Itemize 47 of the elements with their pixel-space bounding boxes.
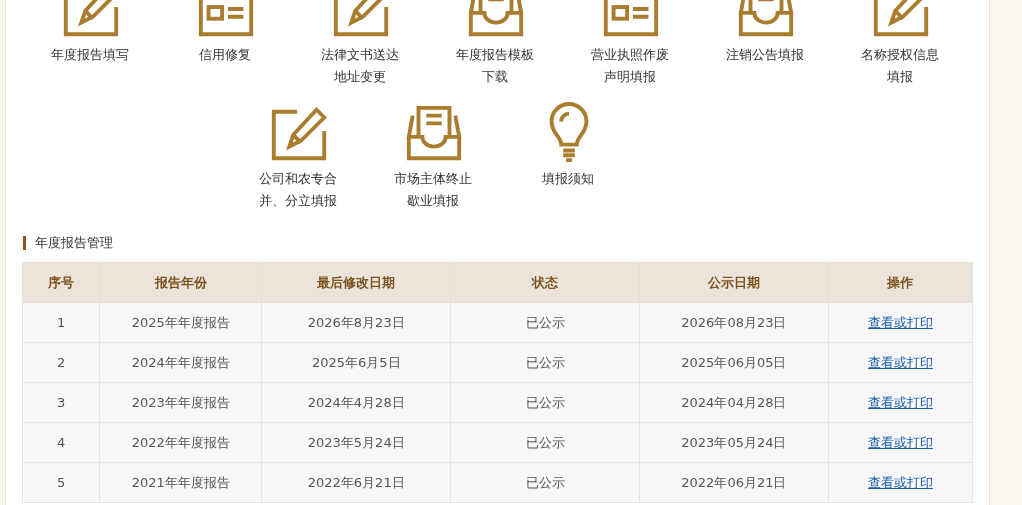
table-cell: 2022年6月21日 (261, 462, 451, 503)
table-cell: 2022年年度报告 (99, 422, 262, 463)
table-cell: 2024年4月28日 (261, 382, 451, 423)
table-cell: 5 (22, 462, 100, 503)
service-label[interactable]: 法律文书送达地址变更 (319, 44, 402, 88)
view-print-link[interactable]: 查看或打印 (867, 354, 933, 370)
table-cell: 2 (22, 342, 100, 383)
table-cell: 已公示 (450, 382, 640, 423)
table-cell: 2022年06月21日 (639, 462, 829, 503)
service-label[interactable]: 年度报告模板下载 (454, 44, 537, 88)
table-cell: 2024年04月28日 (639, 382, 829, 423)
table-cell: 2023年05月24日 (639, 422, 829, 463)
table-cell: 已公示 (450, 462, 640, 503)
view-print-link[interactable]: 查看或打印 (867, 394, 933, 410)
service-label[interactable]: 名称授权信息填报 (859, 44, 942, 88)
table-cell: 2025年6月5日 (261, 342, 451, 383)
service-label[interactable]: 营业执照作废声明填报 (589, 44, 672, 88)
service-label[interactable]: 信用修复 (184, 44, 267, 66)
view-print-link[interactable]: 查看或打印 (867, 474, 933, 490)
view-print-link[interactable]: 查看或打印 (867, 314, 933, 330)
table-cell: 2026年08月23日 (639, 302, 829, 343)
table-cell: 3 (22, 382, 100, 423)
table-cell: 已公示 (450, 302, 640, 343)
column-header: 状态 (450, 262, 640, 303)
table-cell: 2023年5月24日 (261, 422, 451, 463)
service-label[interactable]: 注销公告填报 (724, 44, 807, 66)
column-header: 最后修改日期 (261, 262, 451, 303)
table-cell: 2026年8月23日 (261, 302, 451, 343)
table-cell: 2025年06月05日 (639, 342, 829, 383)
column-header: 公示日期 (639, 262, 829, 303)
table-cell: 已公示 (450, 342, 640, 383)
table-cell: 1 (22, 302, 100, 343)
column-header: 序号 (22, 262, 100, 303)
table-cell: 已公示 (450, 422, 640, 463)
table-cell: 4 (22, 422, 100, 463)
table-cell: 2024年年度报告 (99, 342, 262, 383)
view-print-link[interactable]: 查看或打印 (867, 434, 933, 450)
column-header: 操作 (828, 262, 973, 303)
service-label[interactable]: 年度报告填写 (49, 44, 132, 66)
table-cell: 2025年年度报告 (99, 302, 262, 343)
service-label[interactable]: 公司和农专合并、分立填报 (257, 168, 340, 212)
service-label[interactable]: 市场主体终止歇业填报 (392, 168, 475, 212)
table-cell: 2021年年度报告 (99, 462, 262, 503)
table-cell: 2023年年度报告 (99, 382, 262, 423)
section-title: 年度报告管理 (35, 234, 113, 252)
column-header: 报告年份 (99, 262, 262, 303)
service-label[interactable]: 填报须知 (527, 168, 610, 190)
